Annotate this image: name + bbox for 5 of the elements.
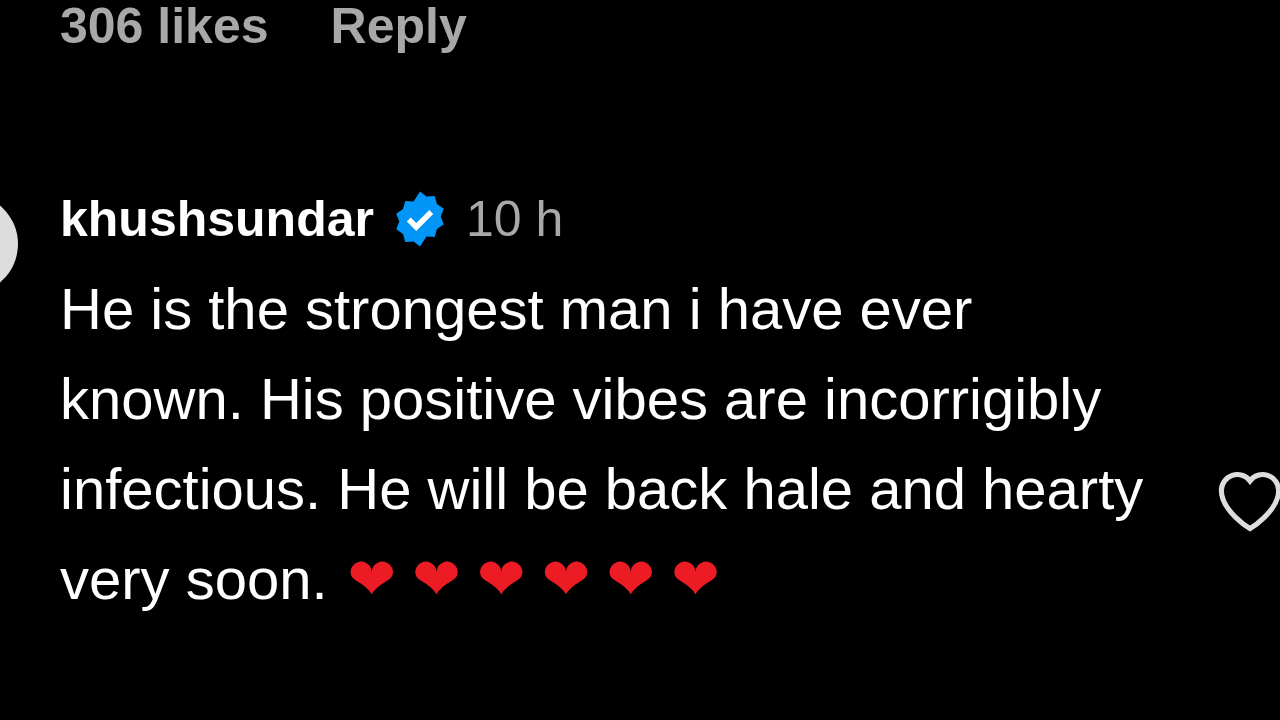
reply-button[interactable]: Reply — [330, 0, 467, 58]
username[interactable]: khushsundar — [60, 190, 374, 248]
comment-text: He is the strongest man i have ever known. His positive vibes are incorrigibly infectious. He will be back hale and hearty very soon. ❤ ❤ ❤ ❤ ❤ ❤ — [60, 275, 1145, 613]
comment-time: 10 h — [465, 190, 564, 248]
likes-count: 306 likes — [60, 0, 269, 56]
